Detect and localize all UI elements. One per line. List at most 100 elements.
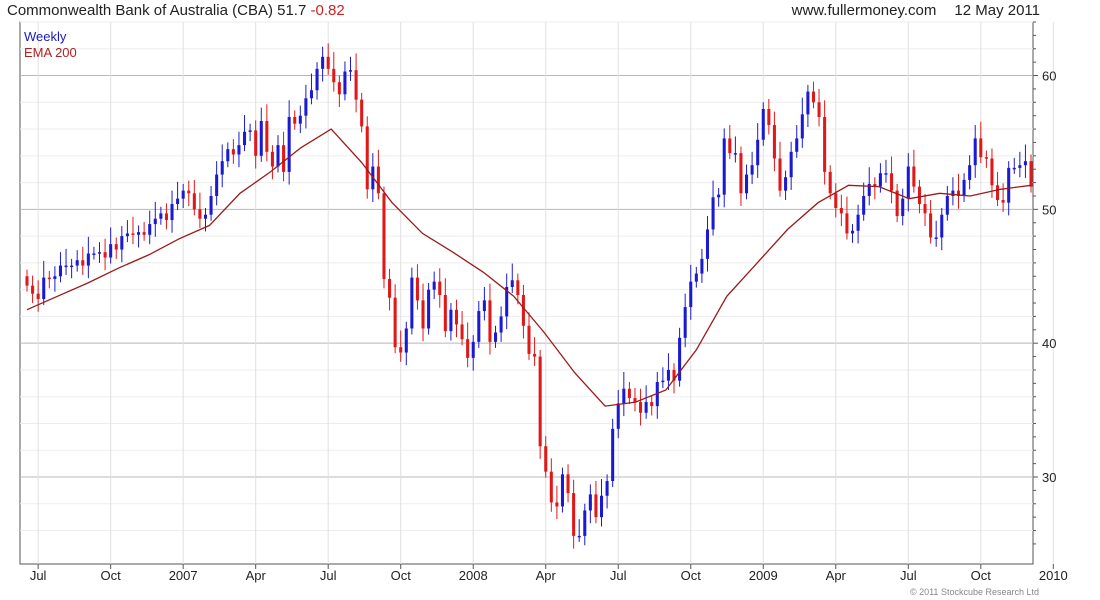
candle — [566, 464, 570, 503]
candle-body — [968, 165, 972, 180]
candle-body — [611, 428, 615, 482]
plot-frame — [19, 21, 1034, 565]
candle-body — [443, 295, 447, 332]
candle-body — [92, 253, 96, 256]
candle-body — [304, 98, 308, 116]
candle-body — [800, 114, 804, 139]
candle-body — [36, 293, 40, 300]
candle — [650, 395, 654, 416]
candle — [722, 128, 726, 208]
candle-body — [510, 280, 514, 287]
candle-body — [962, 179, 966, 196]
candle-body — [538, 356, 542, 447]
x-tick-label: Oct — [971, 568, 992, 583]
candle-body — [756, 139, 760, 166]
candle — [778, 141, 782, 197]
candle-body — [348, 70, 353, 72]
candle-body — [477, 311, 481, 342]
candle-body — [337, 82, 341, 95]
candle-body — [125, 233, 129, 237]
x-tick-label: Oct — [101, 568, 122, 583]
candle — [711, 180, 715, 236]
candle — [494, 325, 498, 348]
candle — [466, 322, 470, 368]
candle-body — [248, 130, 252, 132]
candle-body — [494, 332, 498, 342]
candle — [421, 283, 425, 342]
candle — [622, 371, 626, 417]
candle-body — [990, 158, 994, 186]
candle — [415, 264, 419, 310]
candle-body — [315, 68, 319, 91]
candle-body — [516, 280, 520, 296]
chart-legend: Weekly EMA 200 — [24, 29, 77, 61]
candle — [521, 284, 525, 339]
candle-body — [717, 194, 721, 198]
candle — [951, 177, 955, 206]
candle-body — [890, 173, 894, 191]
candle — [555, 485, 559, 520]
candle-body — [811, 91, 815, 103]
candle-body — [912, 166, 916, 187]
candle — [644, 385, 648, 419]
candle — [482, 286, 486, 321]
x-tick-label: Jul — [610, 568, 627, 583]
candle-body — [70, 265, 74, 268]
candle — [834, 183, 838, 218]
candle — [36, 280, 40, 312]
candle — [170, 190, 174, 233]
candle — [588, 484, 592, 524]
candle — [828, 165, 832, 200]
candle-body — [159, 213, 163, 219]
candle — [142, 222, 146, 241]
candle-body — [527, 325, 531, 354]
candle — [616, 390, 620, 439]
x-tick-label: Apr — [246, 568, 267, 583]
candle — [823, 100, 827, 185]
candle — [761, 102, 765, 146]
candle-body — [321, 56, 325, 69]
candle-body — [1029, 161, 1033, 187]
candle-body — [1023, 161, 1027, 166]
y-tick-label: 30 — [1042, 470, 1056, 485]
candle-body — [131, 233, 135, 235]
candle — [438, 268, 442, 308]
candle — [198, 192, 202, 229]
candle-body — [332, 68, 336, 83]
candle-body — [293, 117, 297, 124]
candle-body — [639, 402, 643, 413]
candle-body — [114, 244, 118, 250]
candle-body — [533, 353, 537, 357]
candle-body — [265, 121, 269, 152]
candle — [906, 153, 910, 212]
candle — [354, 53, 358, 113]
candle-body — [421, 300, 425, 329]
candle-body — [979, 138, 983, 158]
candle-body — [778, 158, 782, 191]
candle-body — [282, 145, 286, 172]
candle — [611, 418, 615, 488]
candle — [332, 52, 336, 92]
candle — [164, 203, 168, 230]
candle-body — [47, 277, 51, 280]
candle — [53, 266, 57, 292]
candle-body — [449, 309, 453, 332]
candle-body — [906, 166, 910, 199]
candle — [795, 125, 799, 158]
candle-body — [761, 108, 765, 140]
candle — [309, 73, 313, 105]
candle-body — [583, 510, 587, 536]
candle-body — [521, 295, 525, 326]
candle-body — [940, 214, 944, 238]
candle — [31, 275, 35, 304]
candle — [92, 246, 96, 260]
candle-body — [237, 145, 241, 155]
candle — [181, 183, 185, 209]
candle-body — [616, 403, 620, 429]
candle — [583, 503, 587, 546]
candle-body — [203, 214, 208, 219]
candle — [839, 194, 843, 227]
candle — [572, 479, 576, 549]
candle-body — [75, 260, 79, 266]
candle-body — [25, 276, 29, 286]
